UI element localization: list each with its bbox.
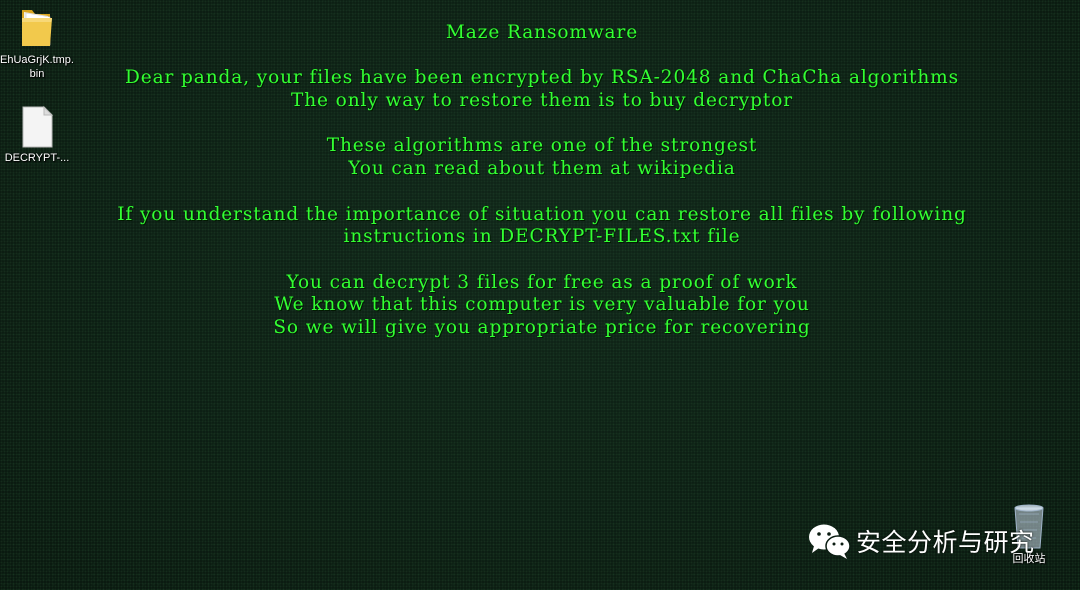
note-line: Dear panda, your files have been encrypt… xyxy=(125,67,959,89)
note-line: The only way to restore them is to buy d… xyxy=(290,90,794,112)
ransom-note: Maze Ransomware Dear panda, your files h… xyxy=(0,22,1080,340)
note-title: Maze Ransomware xyxy=(445,22,639,43)
note-line: We know that this computer is very valua… xyxy=(274,294,810,316)
watermark-text: 安全分析与研究 xyxy=(856,528,1035,557)
note-line: If you understand the importance of situ… xyxy=(117,203,967,225)
note-line: You can read about them at wikipedia xyxy=(348,158,736,180)
note-line: So we will give you appropriate price fo… xyxy=(273,317,811,339)
note-line: These algorithms are one of the stronges… xyxy=(326,135,758,157)
wechat-logo-icon xyxy=(809,524,851,559)
note-line: instructions in DECRYPT-FILES.txt file xyxy=(343,226,741,248)
watermark: 安全分析与研究 xyxy=(806,522,1035,560)
note-line: You can decrypt 3 files for free as a pr… xyxy=(286,271,798,293)
